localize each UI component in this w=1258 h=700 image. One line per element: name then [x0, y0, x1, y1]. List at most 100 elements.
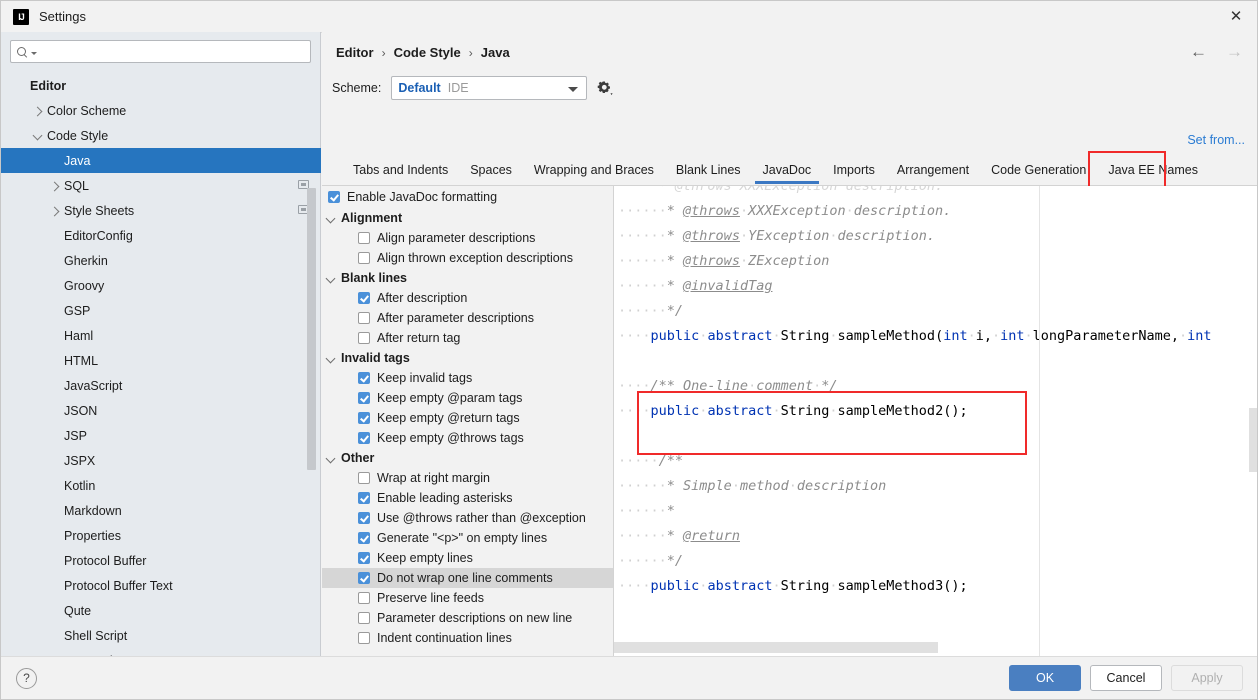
option-row[interactable]: Preserve line feeds [322, 588, 613, 608]
cancel-button[interactable]: Cancel [1090, 665, 1162, 691]
option-row[interactable]: Enable leading asterisks [322, 488, 613, 508]
set-from-link[interactable]: Set from... [1187, 133, 1245, 147]
option-checkbox[interactable] [358, 612, 370, 624]
code-vertical-scrollbar-thumb[interactable] [1249, 408, 1257, 472]
option-checkbox[interactable] [358, 252, 370, 264]
options-group-invalid-tags[interactable]: Invalid tags [322, 348, 613, 368]
option-checkbox[interactable] [358, 632, 370, 644]
sidebar-item-protocol-buffer[interactable]: Protocol Buffer [1, 548, 321, 573]
chevron-down-icon[interactable] [326, 273, 337, 284]
option-row[interactable]: Align thrown exception descriptions [322, 248, 613, 268]
option-row[interactable]: Keep invalid tags [322, 368, 613, 388]
chevron-right-icon[interactable] [49, 180, 61, 192]
option-checkbox[interactable] [358, 572, 370, 584]
sidebar-item-jspx[interactable]: JSPX [1, 448, 321, 473]
sidebar-item-color-scheme[interactable]: Color Scheme [1, 98, 321, 123]
tab-arrangement[interactable]: Arrangement [886, 158, 980, 184]
option-row[interactable]: Indent continuation lines [322, 628, 613, 648]
sidebar-item-markdown[interactable]: Markdown [1, 498, 321, 523]
sidebar-item-code-style[interactable]: Code Style [1, 123, 321, 148]
chevron-right-icon[interactable] [32, 105, 44, 117]
chevron-down-icon[interactable] [326, 213, 337, 224]
option-row[interactable]: Generate "<p>" on empty lines [322, 528, 613, 548]
sidebar-item-kotlin[interactable]: Kotlin [1, 473, 321, 498]
search-input[interactable] [37, 43, 305, 60]
sidebar-item-groovy[interactable]: Groovy [1, 273, 321, 298]
enable-javadoc-formatting-checkbox[interactable] [328, 191, 340, 203]
option-row[interactable]: Align parameter descriptions [322, 228, 613, 248]
option-checkbox[interactable] [358, 232, 370, 244]
tab-tabs-and-indents[interactable]: Tabs and Indents [342, 158, 459, 184]
apply-button[interactable]: Apply [1171, 665, 1243, 691]
chevron-down-icon[interactable] [568, 87, 579, 92]
code-horizontal-scrollbar-thumb[interactable] [614, 642, 938, 653]
sidebar-item-gherkin[interactable]: Gherkin [1, 248, 321, 273]
tab-spaces[interactable]: Spaces [459, 158, 523, 184]
sidebar-item-gsp[interactable]: GSP [1, 298, 321, 323]
option-row[interactable]: Use @throws rather than @exception [322, 508, 613, 528]
tab-java-ee-names[interactable]: Java EE Names [1097, 158, 1209, 184]
option-row[interactable]: Keep empty lines [322, 548, 613, 568]
sidebar-item-style-sheets[interactable]: Style Sheets [1, 198, 321, 223]
sidebar-item-editorconfig[interactable]: EditorConfig [1, 223, 321, 248]
sidebar-scrollbar[interactable] [307, 73, 316, 657]
option-row[interactable]: After return tag [322, 328, 613, 348]
option-checkbox[interactable] [358, 372, 370, 384]
sidebar-item-haml[interactable]: Haml [1, 323, 321, 348]
enable-javadoc-formatting-row[interactable]: Enable JavaDoc formatting [322, 186, 613, 208]
option-row[interactable]: After description [322, 288, 613, 308]
chevron-down-icon[interactable] [326, 353, 337, 364]
sidebar-item-jsp[interactable]: JSP [1, 423, 321, 448]
ok-button[interactable]: OK [1009, 665, 1081, 691]
option-checkbox[interactable] [358, 312, 370, 324]
sidebar-item-qute[interactable]: Qute [1, 598, 321, 623]
close-icon[interactable]: ✕ [1213, 1, 1257, 31]
back-arrow-icon[interactable]: ← [1190, 43, 1207, 60]
scheme-select[interactable]: Default IDE [391, 76, 588, 100]
option-checkbox[interactable] [358, 292, 370, 304]
sidebar-item-shell-script[interactable]: Shell Script [1, 623, 321, 648]
sidebar-item-javascript[interactable]: JavaScript [1, 373, 321, 398]
sidebar-item-protocol-buffer-text[interactable]: Protocol Buffer Text [1, 573, 321, 598]
breadcrumb-item[interactable]: Code Style [394, 45, 461, 60]
tab-javadoc[interactable]: JavaDoc [752, 158, 823, 184]
option-checkbox[interactable] [358, 412, 370, 424]
option-checkbox[interactable] [358, 432, 370, 444]
option-checkbox[interactable] [358, 472, 370, 484]
option-checkbox[interactable] [358, 592, 370, 604]
option-row[interactable]: Wrap at right margin [322, 468, 613, 488]
options-group-other[interactable]: Other [322, 448, 613, 468]
option-checkbox[interactable] [358, 392, 370, 404]
chevron-down-icon[interactable] [32, 130, 44, 142]
options-group-alignment[interactable]: Alignment [322, 208, 613, 228]
gear-icon[interactable] [597, 80, 614, 97]
tab-blank-lines[interactable]: Blank Lines [665, 158, 752, 184]
option-row[interactable]: Parameter descriptions on new line [322, 608, 613, 628]
option-row[interactable]: Keep empty @param tags [322, 388, 613, 408]
sidebar-scrollbar-thumb[interactable] [307, 188, 316, 470]
sidebar-item-json[interactable]: JSON [1, 398, 321, 423]
option-checkbox[interactable] [358, 492, 370, 504]
option-checkbox[interactable] [358, 552, 370, 564]
chevron-down-icon[interactable] [326, 453, 337, 464]
code-horizontal-scrollbar[interactable] [614, 642, 1038, 653]
option-checkbox[interactable] [358, 532, 370, 544]
help-button[interactable]: ? [16, 667, 37, 689]
tab-imports[interactable]: Imports [822, 158, 886, 184]
tab-code-generation[interactable]: Code Generation [980, 158, 1097, 184]
sidebar-item-editor[interactable]: Editor [1, 73, 321, 98]
options-group-blank-lines[interactable]: Blank lines [322, 268, 613, 288]
option-checkbox[interactable] [358, 512, 370, 524]
chevron-right-icon[interactable] [49, 205, 61, 217]
sidebar-item-sql[interactable]: SQL [1, 173, 321, 198]
option-row[interactable]: After parameter descriptions [322, 308, 613, 328]
breadcrumb-item[interactable]: Java [481, 45, 510, 60]
option-row[interactable]: Do not wrap one line comments [322, 568, 613, 588]
tab-wrapping-and-braces[interactable]: Wrapping and Braces [523, 158, 665, 184]
option-checkbox[interactable] [358, 332, 370, 344]
code-preview-panel[interactable]: * @throws XXXException description. ·····… [613, 186, 1257, 658]
sidebar-item-java[interactable]: Java [1, 148, 321, 173]
forward-arrow-icon[interactable]: → [1226, 43, 1243, 60]
sidebar-item-html[interactable]: HTML [1, 348, 321, 373]
option-row[interactable]: Keep empty @return tags [322, 408, 613, 428]
